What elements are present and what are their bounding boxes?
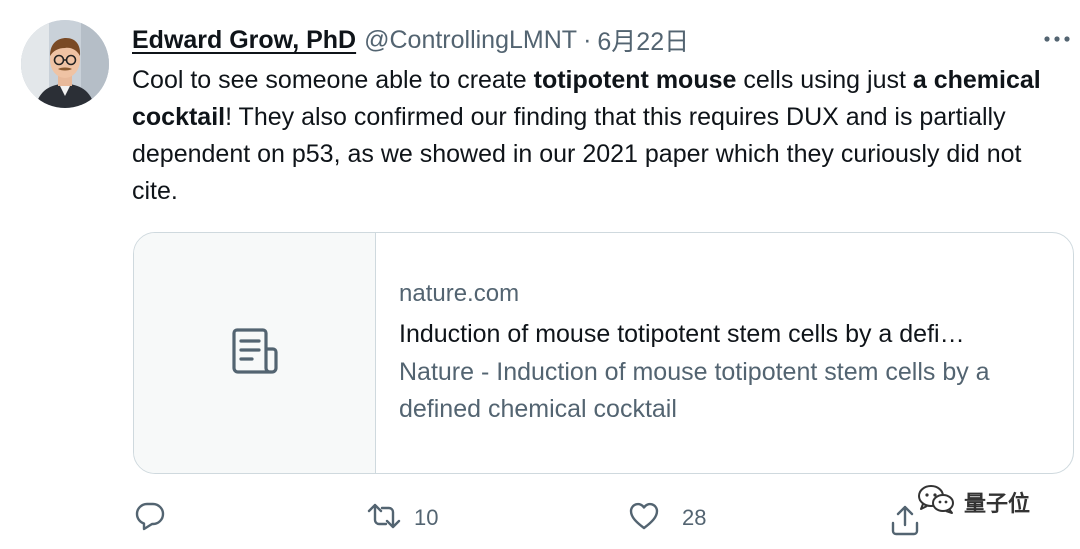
- link-card-domain: nature.com: [399, 280, 520, 307]
- retweet-button[interactable]: 10: [366, 496, 438, 540]
- link-card-title: Induction of mouse totipotent stem cells…: [399, 320, 965, 348]
- tweet-text-part: cells using just: [736, 66, 913, 94]
- watermark-label: 量子位: [964, 492, 1031, 517]
- tweet-date[interactable]: 6月22日: [597, 22, 689, 58]
- link-card-body: nature.com Induction of mouse totipotent…: [399, 277, 1053, 428]
- tweet-header: Edward Grow, PhD @ControllingLMNT · 6月22…: [132, 22, 689, 58]
- retweet-count: 10: [414, 505, 439, 530]
- reply-icon: [134, 500, 166, 537]
- link-card-description: Nature - Induction of mouse totipotent s…: [399, 358, 990, 423]
- heart-icon: [628, 500, 660, 537]
- wechat-icon: [916, 483, 956, 521]
- author-name[interactable]: Edward Grow, PhD: [132, 26, 356, 55]
- author-handle[interactable]: @ControllingLMNT: [364, 26, 577, 55]
- like-count: 28: [682, 505, 707, 530]
- link-card-thumbnail: [134, 233, 376, 473]
- tweet-text: Cool to see someone able to create totip…: [132, 62, 1062, 210]
- link-card[interactable]: nature.com Induction of mouse totipotent…: [133, 232, 1074, 474]
- tweet-text-part: Cool to see someone able to create: [132, 66, 534, 94]
- like-button[interactable]: 28: [628, 496, 706, 540]
- watermark: 量子位: [916, 484, 1030, 520]
- header-separator: ·: [583, 25, 592, 54]
- article-icon: [230, 327, 280, 380]
- tweet-text-part: ! They also confirmed our finding that t…: [132, 103, 1022, 205]
- avatar[interactable]: [21, 20, 109, 108]
- more-options-icon[interactable]: [1042, 31, 1072, 47]
- tweet-text-bold: totipotent mouse: [533, 66, 737, 94]
- reply-button[interactable]: [134, 496, 166, 540]
- retweet-icon: [366, 500, 402, 537]
